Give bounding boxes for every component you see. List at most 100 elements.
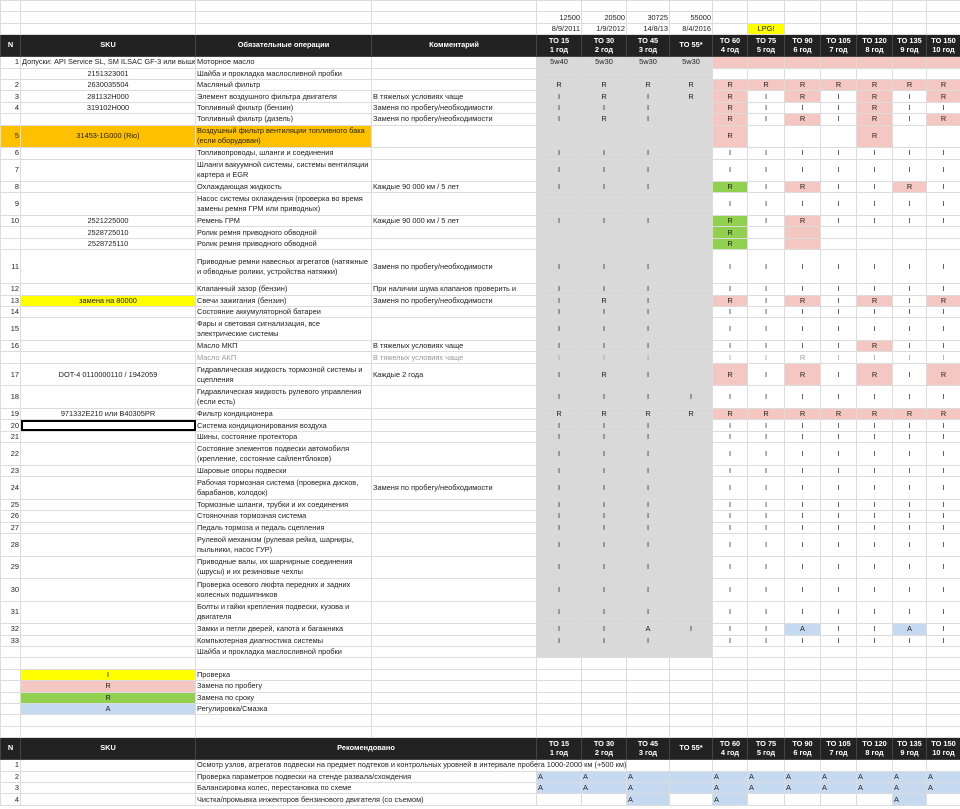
recommendation-cell[interactable]: Балансировка колес, перестановка по схем… bbox=[195, 781, 537, 795]
mark-cell[interactable]: I bbox=[712, 147, 748, 160]
mark-cell[interactable]: I bbox=[820, 215, 857, 228]
mark-cell[interactable]: I bbox=[892, 215, 927, 228]
mark-cell[interactable]: R bbox=[784, 351, 821, 364]
column-header-to[interactable]: ТО 45 3 год bbox=[626, 737, 670, 761]
mark-cell[interactable] bbox=[626, 192, 670, 217]
row-number[interactable]: 17 bbox=[0, 362, 21, 387]
sku-cell[interactable]: 319102H000 bbox=[20, 101, 196, 115]
mark-cell[interactable] bbox=[536, 67, 582, 80]
column-header-to[interactable]: ТО 105 7 год bbox=[820, 34, 857, 58]
mark-cell[interactable]: R bbox=[856, 339, 893, 353]
mark-cell[interactable]: I bbox=[820, 532, 857, 557]
comment-cell[interactable] bbox=[371, 419, 537, 432]
mark-cell[interactable]: I bbox=[892, 498, 927, 512]
mark-cell[interactable]: I bbox=[747, 498, 785, 512]
mark-cell[interactable]: I bbox=[856, 464, 893, 478]
empty-cell[interactable] bbox=[371, 702, 537, 716]
mark-cell[interactable]: I bbox=[581, 442, 627, 466]
mark-cell[interactable]: I bbox=[784, 306, 821, 319]
mark-cell[interactable] bbox=[669, 646, 713, 659]
empty-cell[interactable] bbox=[626, 691, 670, 705]
column-header-to[interactable]: ТО 90 6 год bbox=[784, 34, 821, 58]
legend-key[interactable]: A bbox=[20, 702, 196, 716]
mark-cell[interactable] bbox=[926, 56, 960, 69]
empty-cell[interactable] bbox=[856, 0, 893, 13]
sku-cell[interactable]: замена на 80000 bbox=[20, 294, 196, 308]
mark-cell[interactable]: I bbox=[856, 147, 893, 160]
mark-cell[interactable]: R bbox=[926, 90, 960, 103]
sku-cell[interactable] bbox=[20, 181, 196, 194]
column-header-to[interactable]: ТО 55* bbox=[669, 737, 713, 761]
sku-cell[interactable] bbox=[20, 339, 196, 353]
mark-cell[interactable]: I bbox=[712, 351, 748, 364]
mark-cell[interactable]: R bbox=[856, 362, 893, 387]
empty-cell[interactable] bbox=[892, 668, 927, 682]
sku-cell[interactable] bbox=[20, 498, 196, 512]
empty-cell[interactable] bbox=[371, 0, 537, 13]
mark-cell[interactable] bbox=[581, 67, 627, 80]
empty-cell[interactable] bbox=[856, 702, 893, 716]
mark-cell[interactable]: I bbox=[892, 339, 927, 353]
empty-cell[interactable] bbox=[0, 691, 21, 705]
mark-cell[interactable]: I bbox=[626, 339, 670, 353]
empty-cell[interactable] bbox=[784, 680, 821, 693]
mark-cell[interactable]: R bbox=[712, 294, 748, 308]
mark-cell[interactable]: I bbox=[926, 147, 960, 160]
mark-cell[interactable]: I bbox=[626, 283, 670, 296]
row-number[interactable]: 1 bbox=[0, 56, 21, 69]
mark-cell[interactable] bbox=[856, 237, 893, 251]
operation-cell[interactable]: Стояночная тормозная система bbox=[195, 510, 372, 523]
sku-cell[interactable] bbox=[20, 646, 196, 659]
mark-cell[interactable] bbox=[669, 555, 713, 580]
operation-cell[interactable]: Шайба и прокладка маслосливной пробки bbox=[195, 67, 372, 80]
mark-cell[interactable]: I bbox=[926, 158, 960, 183]
mark-cell[interactable]: R bbox=[892, 181, 927, 194]
row-number[interactable]: 31 bbox=[0, 600, 21, 625]
comment-cell[interactable]: Каждые 2 года bbox=[371, 362, 537, 387]
empty-cell[interactable] bbox=[536, 680, 582, 693]
sku-cell[interactable]: DOT-4 0110000110 / 1942059 bbox=[20, 362, 196, 387]
mark-cell[interactable] bbox=[669, 362, 713, 387]
sku-cell[interactable] bbox=[20, 351, 196, 364]
mark-cell[interactable] bbox=[669, 67, 713, 80]
mark-cell[interactable]: A bbox=[712, 793, 748, 806]
row-number[interactable]: 7 bbox=[0, 158, 21, 183]
mark-cell[interactable]: R bbox=[712, 101, 748, 115]
mark-cell[interactable]: I bbox=[856, 419, 893, 432]
mark-cell[interactable]: 5w30 bbox=[626, 56, 670, 69]
mark-cell[interactable]: A bbox=[892, 770, 927, 783]
mark-cell[interactable] bbox=[669, 294, 713, 308]
mark-cell[interactable]: I bbox=[856, 249, 893, 285]
legend-label[interactable]: Регулировка/Смазка bbox=[195, 702, 372, 716]
mark-cell[interactable]: R bbox=[784, 113, 821, 126]
row-number[interactable]: 20 bbox=[0, 419, 21, 432]
mark-cell[interactable]: I bbox=[626, 101, 670, 115]
mark-cell[interactable] bbox=[669, 793, 713, 806]
mark-cell[interactable] bbox=[856, 759, 893, 772]
mark-cell[interactable]: I bbox=[820, 634, 857, 648]
comment-cell[interactable] bbox=[371, 78, 537, 92]
empty-cell[interactable] bbox=[669, 725, 713, 739]
empty-cell[interactable] bbox=[784, 668, 821, 682]
mark-cell[interactable] bbox=[747, 237, 785, 251]
empty-cell[interactable] bbox=[626, 657, 670, 670]
recommendation-cell[interactable]: Осмотр узлов, агрегатов подвески на пред… bbox=[195, 759, 626, 772]
operation-cell[interactable]: Масло АКП bbox=[195, 351, 372, 364]
row-number[interactable]: 33 bbox=[0, 634, 21, 648]
mark-cell[interactable] bbox=[712, 67, 748, 80]
mark-cell[interactable]: I bbox=[926, 306, 960, 319]
mark-cell[interactable]: I bbox=[747, 476, 785, 500]
mark-cell[interactable]: I bbox=[712, 634, 748, 648]
row-number[interactable]: 29 bbox=[0, 555, 21, 580]
mark-cell[interactable] bbox=[669, 249, 713, 285]
mark-cell[interactable]: R bbox=[581, 113, 627, 126]
mark-cell[interactable]: I bbox=[747, 101, 785, 115]
row-number[interactable]: 3 bbox=[0, 781, 21, 795]
mark-cell[interactable]: I bbox=[892, 351, 927, 364]
mark-cell[interactable] bbox=[926, 226, 960, 239]
mark-cell[interactable]: R bbox=[856, 78, 893, 92]
mark-cell[interactable] bbox=[536, 124, 582, 149]
empty-cell[interactable] bbox=[581, 657, 627, 670]
mark-cell[interactable] bbox=[669, 634, 713, 648]
mark-cell[interactable]: I bbox=[536, 510, 582, 523]
